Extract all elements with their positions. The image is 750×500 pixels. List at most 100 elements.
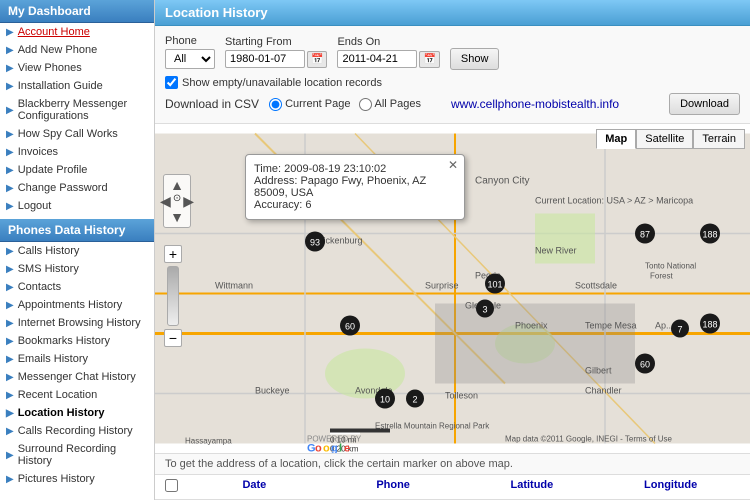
nav-right-button[interactable]: ▶ [183, 193, 194, 209]
sidebar-item-change-password[interactable]: ▶ Change Password [0, 179, 154, 197]
controls-row-2: Show empty/unavailable location records [165, 76, 740, 89]
all-pages-label: All Pages [375, 98, 421, 110]
page-header: Location History [155, 0, 750, 26]
popup-close-button[interactable]: ✕ [448, 158, 458, 172]
svg-text:Canyon City: Canyon City [475, 176, 529, 187]
arrow-icon: ▶ [6, 264, 14, 275]
sidebar-item-pictures-history[interactable]: ▶ Pictures History [0, 470, 154, 488]
map-instruction: To get the address of a location, click … [155, 453, 750, 474]
sidebar-item-messenger-chat[interactable]: ▶ Messenger Chat History [0, 368, 154, 386]
zoom-in-button[interactable]: + [164, 245, 182, 263]
nav-center-button[interactable]: ⊙ [173, 193, 181, 209]
arrow-icon: ▶ [6, 426, 14, 437]
current-page-label: Current Page [285, 98, 350, 110]
account-home-link[interactable]: Account Home [18, 26, 90, 38]
popup-address: Address: Papago Fwy, Phoenix, AZ 85009, … [254, 175, 456, 199]
arrow-icon: ▶ [6, 474, 14, 485]
sidebar-item-bb-messenger[interactable]: ▶ Blackberry Messenger Configurations [0, 95, 154, 125]
sidebar-item-installation-guide[interactable]: ▶ Installation Guide [0, 77, 154, 95]
sidebar-item-calls-history[interactable]: ▶ Calls History [0, 242, 154, 260]
svg-text:2: 2 [412, 395, 417, 405]
location-history-label: Location History [18, 407, 105, 419]
calls-history-label: Calls History [18, 245, 80, 257]
svg-text:Surprise: Surprise [425, 281, 459, 291]
svg-text:Forest: Forest [650, 272, 673, 281]
empty-records-checkbox-label[interactable]: Show empty/unavailable location records [165, 76, 382, 89]
arrow-icon: ▶ [6, 201, 14, 212]
sidebar-item-appointments[interactable]: ▶ Appointments History [0, 296, 154, 314]
arrow-icon: ▶ [6, 129, 14, 140]
svg-text:Hassayampa: Hassayampa [185, 437, 232, 446]
sidebar-item-calls-recording[interactable]: ▶ Calls Recording History [0, 422, 154, 440]
download-button[interactable]: Download [669, 93, 740, 115]
sidebar-item-bookmarks[interactable]: ▶ Bookmarks History [0, 332, 154, 350]
radio-group: Current Page All Pages [269, 98, 421, 111]
arrow-icon: ▶ [6, 165, 14, 176]
svg-text:o: o [323, 443, 330, 454]
sidebar-item-contacts[interactable]: ▶ Contacts [0, 278, 154, 296]
messenger-chat-label: Messenger Chat History [18, 371, 136, 383]
svg-text:188: 188 [702, 320, 717, 330]
how-spy-label: How Spy Call Works [18, 128, 118, 140]
arrow-icon: ▶ [6, 282, 14, 293]
sidebar-item-add-new-phone[interactable]: ▶ Add New Phone [0, 41, 154, 59]
installation-guide-label: Installation Guide [18, 80, 103, 92]
all-pages-radio[interactable] [359, 98, 372, 111]
sidebar-item-update-profile[interactable]: ▶ Update Profile [0, 161, 154, 179]
col-header-longitude: Longitude [601, 479, 740, 495]
website-link[interactable]: www.cellphone-mobistealth.info [451, 97, 619, 111]
main-content: Location History Phone All Starting From… [155, 0, 750, 500]
calls-recording-label: Calls Recording History [18, 425, 133, 437]
svg-text:Current Location: USA > AZ > M: Current Location: USA > AZ > Maricopa [535, 196, 693, 206]
ends-on-calendar-button[interactable]: 📅 [419, 51, 439, 68]
svg-text:Tempe Mesa: Tempe Mesa [585, 321, 637, 331]
starting-from-label: Starting From [225, 36, 327, 48]
svg-text:60: 60 [345, 322, 355, 332]
select-all-checkbox[interactable] [165, 479, 178, 492]
sidebar-item-invoices[interactable]: ▶ Invoices [0, 143, 154, 161]
map-tab-terrain[interactable]: Terrain [693, 129, 745, 149]
show-button[interactable]: Show [450, 48, 500, 70]
svg-text:Map data ©2011 Google, INEGI -: Map data ©2011 Google, INEGI - Terms of … [505, 435, 673, 444]
sidebar-item-sms-history[interactable]: ▶ SMS History [0, 260, 154, 278]
phone-label: Phone [165, 35, 215, 47]
current-page-radio-label[interactable]: Current Page [269, 98, 350, 111]
nav-down-button[interactable]: ▼ [170, 209, 184, 225]
sidebar-item-internet-browsing[interactable]: ▶ Internet Browsing History [0, 314, 154, 332]
zoom-out-button[interactable]: − [164, 329, 182, 347]
logout-label: Logout [18, 200, 52, 212]
zoom-slider[interactable] [167, 266, 179, 326]
sidebar-item-surround-recording[interactable]: ▶ Surround Recording History [0, 440, 154, 470]
svg-text:87: 87 [640, 230, 650, 240]
download-csv-label: Download in CSV [165, 97, 259, 111]
sidebar-item-how-spy[interactable]: ▶ How Spy Call Works [0, 125, 154, 143]
map-nav-arrows: ▲ ◀ ⊙ ▶ ▼ [163, 174, 191, 228]
sidebar-item-location-history[interactable]: ▶ Location History [0, 404, 154, 422]
map-tabs: Map Satellite Terrain [596, 129, 745, 149]
sidebar-item-logout[interactable]: ▶ Logout [0, 197, 154, 215]
controls-row-3: Download in CSV Current Page All Pages w… [165, 93, 740, 115]
arrow-icon: ▶ [6, 390, 14, 401]
sidebar-item-emails[interactable]: ▶ Emails History [0, 350, 154, 368]
svg-text:Scottsdale: Scottsdale [575, 281, 617, 291]
sidebar-item-view-phones[interactable]: ▶ View Phones [0, 59, 154, 77]
nav-left-button[interactable]: ◀ [160, 193, 171, 209]
map-tab-satellite[interactable]: Satellite [636, 129, 693, 149]
starting-from-calendar-button[interactable]: 📅 [307, 51, 327, 68]
bookmarks-label: Bookmarks History [18, 335, 110, 347]
bb-messenger-label: Blackberry Messenger Configurations [18, 98, 148, 122]
empty-records-checkbox[interactable] [165, 76, 178, 89]
all-pages-radio-label[interactable]: All Pages [359, 98, 421, 111]
starting-from-input[interactable] [225, 50, 305, 68]
sidebar-item-recent-location[interactable]: ▶ Recent Location [0, 386, 154, 404]
ends-on-input[interactable] [337, 50, 417, 68]
sidebar-item-account-home[interactable]: ▶ Account Home [0, 23, 154, 41]
current-page-radio[interactable] [269, 98, 282, 111]
phone-select[interactable]: All [165, 49, 215, 69]
svg-text:10: 10 [380, 395, 390, 405]
nav-up-button[interactable]: ▲ [170, 177, 184, 193]
sidebar: My Dashboard ▶ Account Home ▶ Add New Ph… [0, 0, 155, 500]
map-container[interactable]: Map Satellite Terrain ▲ ◀ ⊙ ▶ ▼ + − [155, 124, 750, 453]
appointments-label: Appointments History [18, 299, 123, 311]
map-tab-map[interactable]: Map [596, 129, 636, 149]
